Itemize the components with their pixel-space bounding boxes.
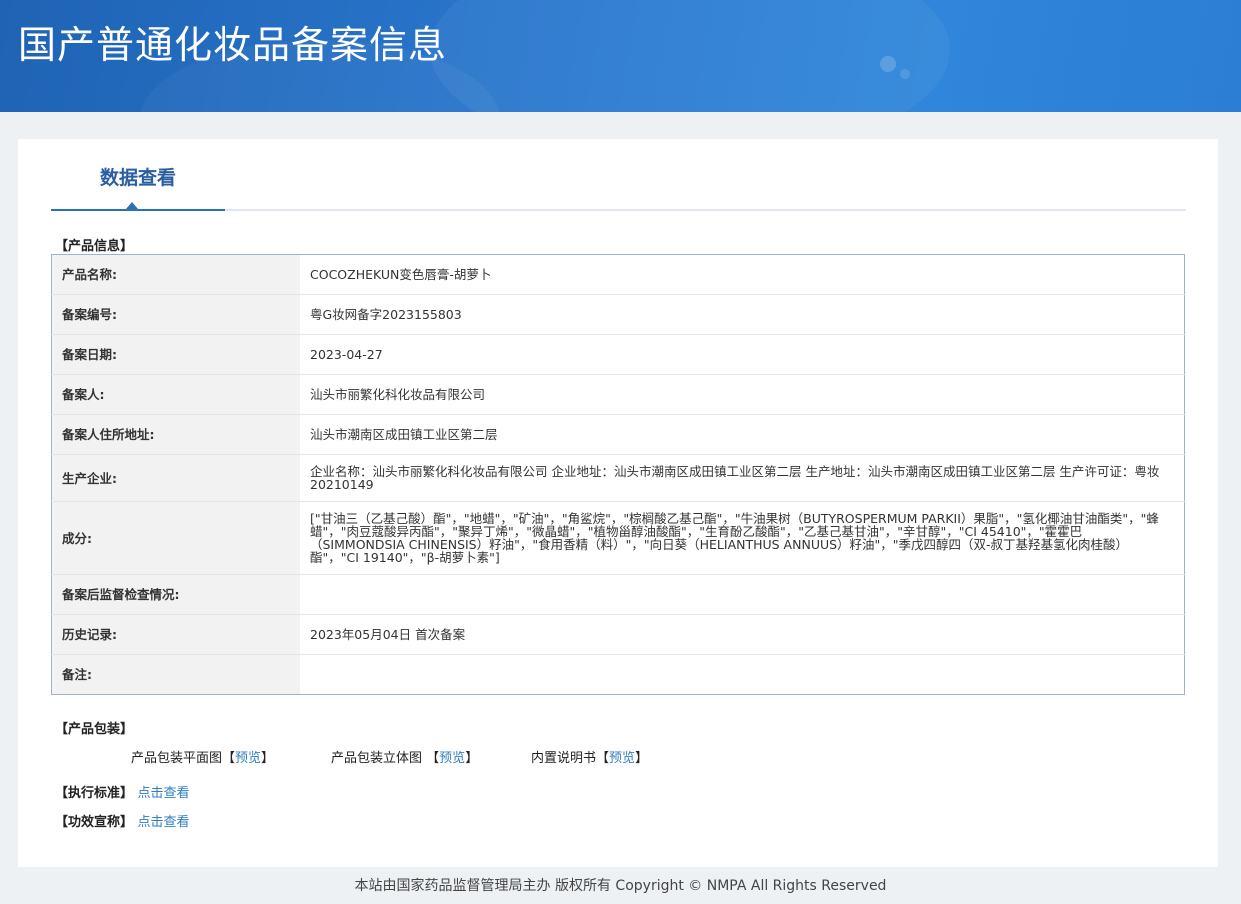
- efficacy-label: 【功效宣称】: [55, 815, 134, 830]
- banner-decoration: [900, 69, 910, 79]
- table-row: 备案后监督检查情况:: [51, 574, 1185, 615]
- tab-bar: 数据查看: [51, 139, 1186, 211]
- table-row: 成分: ["甘油三（乙基己酸）酯"，"地蜡"，"矿油"，"角鲨烷"，"棕榈酸乙基…: [51, 501, 1185, 575]
- tab-label: 数据查看: [99, 167, 176, 189]
- row-value: 汕头市潮南区成田镇工业区第二层: [300, 414, 1185, 455]
- table-row: 生产企业: 企业名称：汕头市丽繁化科化妆品有限公司 企业地址：汕头市潮南区成田镇…: [51, 454, 1185, 502]
- row-value: 2023年05月04日 首次备案: [300, 614, 1185, 655]
- section-product-info: 【产品信息】: [55, 239, 134, 254]
- row-label: 备案编号:: [51, 294, 300, 335]
- row-value: 2023-04-27: [300, 334, 1185, 375]
- tab-data-view[interactable]: 数据查看: [51, 139, 225, 211]
- row-label: 备案人住所地址:: [51, 414, 300, 455]
- table-row: 备案人住所地址: 汕头市潮南区成田镇工业区第二层: [51, 414, 1185, 455]
- package-flat-item: 产品包装平面图【预览】: [131, 747, 274, 766]
- row-label: 成分:: [51, 501, 300, 575]
- row-label: 备案日期:: [51, 334, 300, 375]
- row-label: 生产企业:: [51, 454, 300, 502]
- banner-decoration: [880, 56, 896, 72]
- package-stereo-label: 产品包装立体图: [331, 751, 423, 766]
- row-value: 汕头市丽繁化科化妆品有限公司: [300, 374, 1185, 415]
- row-value: 粤G妆网备字2023155803: [300, 294, 1185, 335]
- table-row: 备注:: [51, 654, 1185, 695]
- row-label: 备注:: [51, 654, 300, 695]
- package-flat-preview-link[interactable]: 预览: [235, 751, 261, 766]
- row-label: 历史记录:: [51, 614, 300, 655]
- row-value: [300, 574, 1185, 615]
- row-value: 企业名称：汕头市丽繁化科化妆品有限公司 企业地址：汕头市潮南区成田镇工业区第二层…: [300, 454, 1185, 502]
- row-value: ["甘油三（乙基己酸）酯"，"地蜡"，"矿油"，"角鲨烷"，"棕榈酸乙基己酯"，…: [300, 501, 1185, 575]
- package-stereo-item: 产品包装立体图 【预览】: [331, 747, 478, 766]
- standard-label: 【执行标准】: [55, 786, 134, 801]
- banner-decoration: [430, 0, 950, 112]
- bracket-open: 【: [222, 751, 236, 766]
- section-packaging: 【产品包装】: [55, 722, 134, 737]
- row-label: 备案人:: [51, 374, 300, 415]
- bracket-close: 】: [465, 751, 479, 766]
- manual-preview-link[interactable]: 预览: [609, 751, 635, 766]
- row-label: 产品名称:: [51, 254, 300, 295]
- bracket-close: 】: [635, 751, 649, 766]
- page-title: 国产普通化妆品备案信息: [18, 23, 448, 67]
- table-row: 备案日期: 2023-04-27: [51, 334, 1185, 375]
- product-info-table: 产品名称: COCOZHEKUN变色唇膏-胡萝卜 备案编号: 粤G妆网备字202…: [51, 254, 1185, 695]
- bracket-open: 【: [426, 751, 440, 766]
- standard-view-link[interactable]: 点击查看: [138, 786, 190, 801]
- package-stereo-preview-link[interactable]: 预览: [439, 751, 465, 766]
- header-banner: 国产普通化妆品备案信息: [0, 0, 1241, 112]
- table-row: 备案人: 汕头市丽繁化科化妆品有限公司: [51, 374, 1185, 415]
- footer-copyright: 本站由国家药品监督管理局主办 版权所有 Copyright © NMPA All…: [354, 878, 887, 894]
- row-value: [300, 654, 1185, 695]
- section-efficacy: 【功效宣称】 点击查看: [55, 811, 190, 830]
- tab-caret-icon: [126, 202, 138, 209]
- manual-item: 内置说明书【预览】: [531, 747, 648, 766]
- package-flat-label: 产品包装平面图: [131, 751, 223, 766]
- table-row: 历史记录: 2023年05月04日 首次备案: [51, 614, 1185, 655]
- row-label: 备案后监督检查情况:: [51, 574, 300, 615]
- section-standard: 【执行标准】 点击查看: [55, 782, 190, 801]
- row-value: COCOZHEKUN变色唇膏-胡萝卜: [310, 267, 492, 282]
- manual-label: 内置说明书: [531, 751, 597, 766]
- efficacy-view-link[interactable]: 点击查看: [138, 815, 190, 830]
- table-row: 产品名称: COCOZHEKUN变色唇膏-胡萝卜: [51, 254, 1185, 295]
- bracket-open: 【: [596, 751, 610, 766]
- content-card: 数据查看 【产品信息】 产品名称: COCOZHEKUN变色唇膏-胡萝卜 备案编…: [18, 139, 1218, 867]
- bracket-close: 】: [261, 751, 275, 766]
- table-row: 备案编号: 粤G妆网备字2023155803: [51, 294, 1185, 335]
